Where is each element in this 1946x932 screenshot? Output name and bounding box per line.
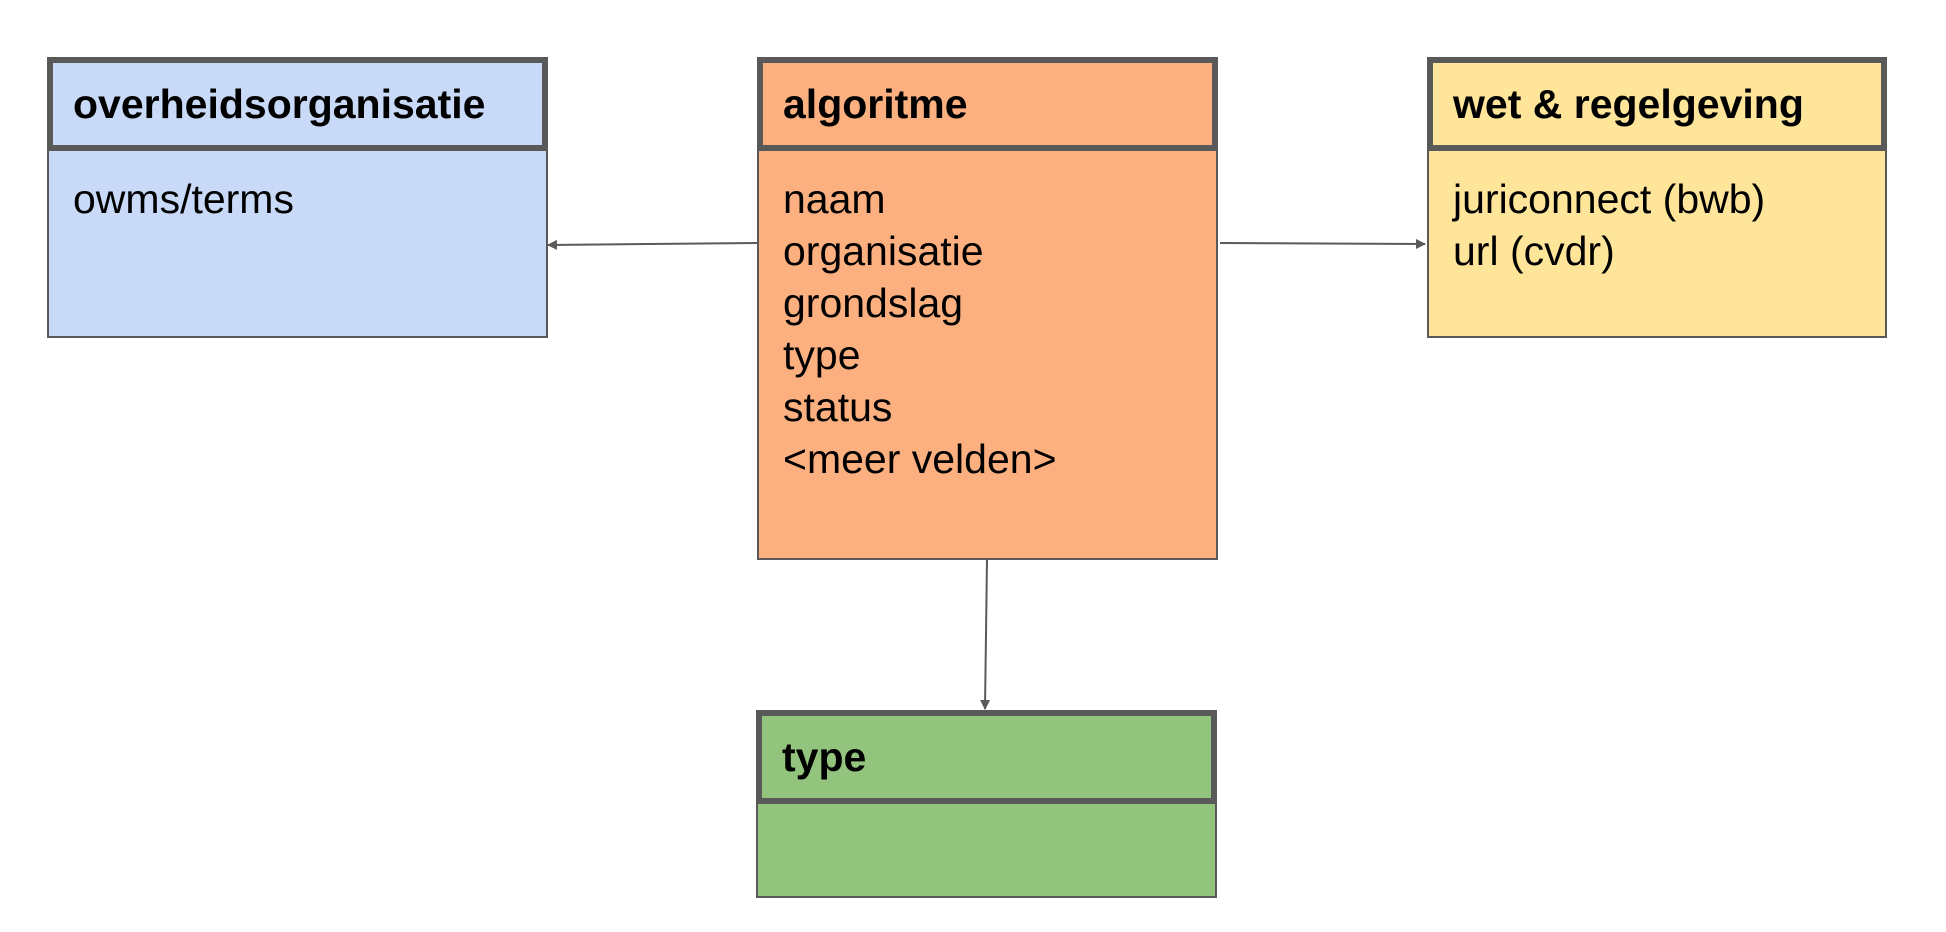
entity-fields <box>756 804 1217 898</box>
entity-header: wet & regelgeving <box>1427 57 1887 151</box>
field: owms/terms <box>73 176 294 222</box>
field-organisatie: organisatie <box>783 228 984 274</box>
entity-header: algoritme <box>757 57 1218 151</box>
field-type: type <box>783 332 861 378</box>
field-grondslag: grondslag <box>783 280 964 326</box>
arrow-algoritme-to-type <box>980 558 991 710</box>
entity-wet-regelgeving[interactable]: wet & regelgeving juriconnect (bwb) url … <box>1427 57 1887 338</box>
field-meer-velden: <meer velden> <box>783 436 1057 482</box>
arrow-algoritme-to-organisatie <box>547 239 758 250</box>
entity-header: overheidsorganisatie <box>47 57 548 151</box>
arrow-algoritme-to-wet <box>1219 238 1426 249</box>
field-url: url (cvdr) <box>1453 228 1615 274</box>
field-juriconnect: juriconnect (bwb) <box>1453 176 1766 222</box>
entity-overheidsorganisatie[interactable]: overheidsorganisatie owms/terms <box>47 57 548 338</box>
field-naam: naam <box>783 176 886 222</box>
entity-type[interactable]: type <box>756 710 1217 898</box>
field-status: status <box>783 384 893 430</box>
entity-fields: juriconnect (bwb) url (cvdr) <box>1427 151 1887 338</box>
entity-header: type <box>756 710 1217 804</box>
entity-fields: owms/terms <box>47 151 548 338</box>
entity-fields: naam organisatie grondslag type status <… <box>757 151 1218 560</box>
entity-algoritme[interactable]: algoritme naam organisatie grondslag typ… <box>757 57 1218 560</box>
